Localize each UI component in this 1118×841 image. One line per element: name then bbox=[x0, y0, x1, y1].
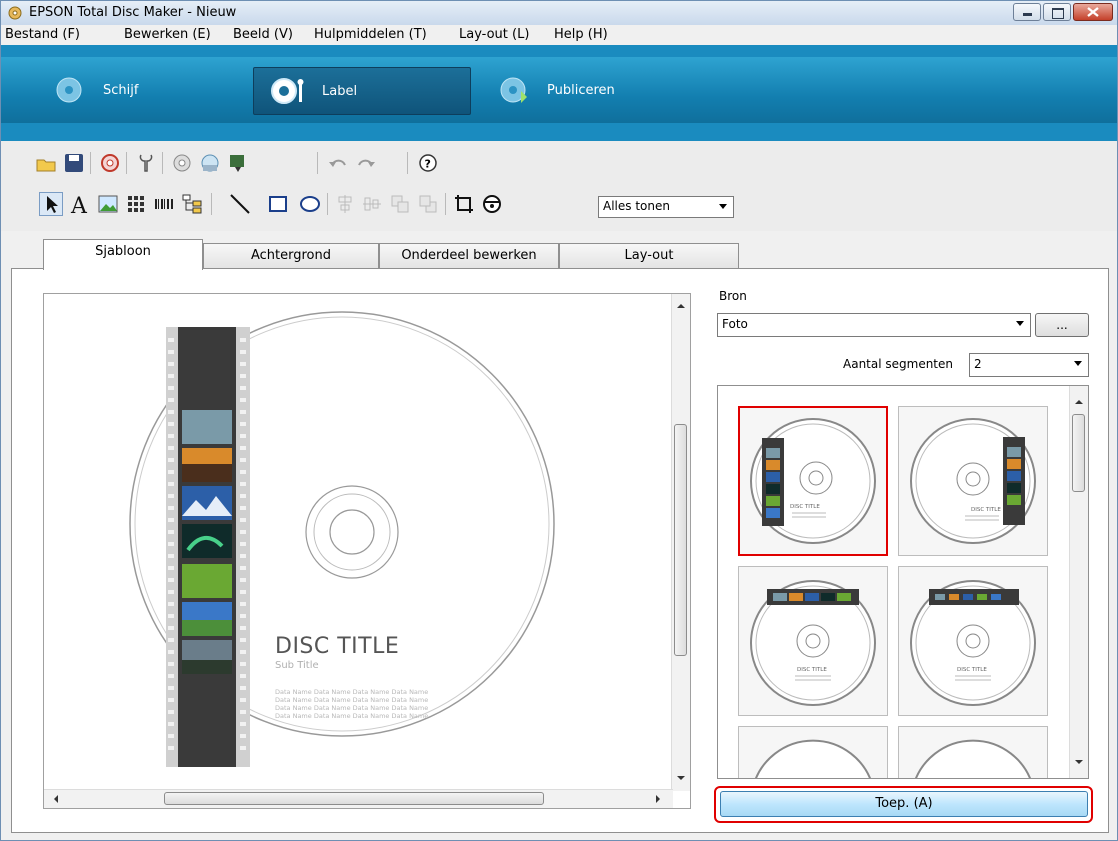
pointer-icon bbox=[47, 196, 58, 213]
redo-icon[interactable] bbox=[355, 152, 377, 174]
chevron-down-icon bbox=[719, 204, 727, 209]
menu-beeld[interactable]: Beeld (V) bbox=[233, 27, 293, 42]
menu-bestand[interactable]: Bestand (F) bbox=[5, 27, 80, 42]
open-folder-icon[interactable] bbox=[35, 152, 57, 174]
canvas-horizontal-scrollbar[interactable] bbox=[44, 789, 673, 808]
main-toolbar: ? bbox=[1, 141, 1117, 181]
align-center-icon[interactable] bbox=[334, 193, 356, 215]
scroll-right-icon[interactable] bbox=[650, 790, 666, 808]
label-mode-icon bbox=[271, 78, 304, 104]
segments-select[interactable]: 2 bbox=[969, 353, 1089, 377]
tab-achtergrond[interactable]: Achtergrond bbox=[203, 243, 379, 269]
window-title: EPSON Total Disc Maker - Nieuw bbox=[29, 5, 237, 20]
crop-icon[interactable] bbox=[453, 193, 475, 215]
menu-bewerken[interactable]: Bewerken (E) bbox=[124, 27, 211, 42]
app-window: EPSON Total Disc Maker - Nieuw Bestand (… bbox=[0, 0, 1118, 841]
template-thumb[interactable] bbox=[738, 726, 888, 778]
menu-hulpmiddelen[interactable]: Hulpmiddelen (T) bbox=[314, 27, 427, 42]
send-back-icon[interactable] bbox=[417, 193, 439, 215]
scroll-down-icon[interactable] bbox=[1070, 754, 1088, 770]
disc-subtitle: Sub Title bbox=[275, 660, 319, 671]
scroll-down-icon[interactable] bbox=[672, 770, 690, 786]
template-thumb[interactable]: DISC TITLE bbox=[738, 406, 888, 556]
disc-data-lines: Data Name Data Name Data Name Data Name … bbox=[275, 688, 429, 720]
tree-tool-icon[interactable] bbox=[181, 193, 203, 215]
svg-text:?: ? bbox=[425, 158, 431, 171]
bring-front-icon[interactable] bbox=[389, 193, 411, 215]
apply-button[interactable]: Toep. (A) bbox=[720, 791, 1088, 817]
gallery-scroll-thumb[interactable] bbox=[1072, 414, 1085, 492]
tab-sjabloon[interactable]: Sjabloon bbox=[43, 239, 203, 270]
title-bar: EPSON Total Disc Maker - Nieuw bbox=[1, 1, 1117, 25]
segments-label: Aantal segmenten bbox=[843, 357, 953, 371]
align-middle-icon[interactable] bbox=[361, 193, 383, 215]
chevron-down-icon bbox=[1074, 361, 1082, 366]
select-tool[interactable] bbox=[39, 192, 63, 216]
disc-settings-icon[interactable] bbox=[171, 152, 193, 174]
browse-button[interactable]: ... bbox=[1035, 313, 1089, 337]
gallery-scrollbar[interactable] bbox=[1069, 386, 1088, 778]
image-tool-icon[interactable] bbox=[97, 193, 119, 215]
source-select[interactable]: Foto bbox=[717, 313, 1031, 337]
import-icon[interactable] bbox=[199, 152, 221, 174]
rectangle-tool-icon[interactable] bbox=[267, 193, 289, 215]
mode-ribbon: Schijf Label Publiceren bbox=[1, 45, 1117, 141]
scroll-left-icon[interactable] bbox=[48, 790, 64, 808]
drawing-toolbar: A Alles tonen bbox=[1, 181, 1117, 231]
export-icon[interactable] bbox=[227, 152, 249, 174]
mode-publiceren[interactable]: Publiceren bbox=[495, 67, 615, 113]
tab-onderdeel-bewerken[interactable]: Onderdeel bewerken bbox=[379, 243, 559, 269]
menu-help[interactable]: Help (H) bbox=[554, 27, 608, 42]
source-label: Bron bbox=[719, 289, 747, 303]
maximize-button[interactable] bbox=[1043, 3, 1071, 21]
minimize-button[interactable] bbox=[1013, 3, 1041, 21]
disc-title: DISC TITLE bbox=[275, 634, 400, 659]
text-tool-icon[interactable]: A bbox=[69, 193, 91, 215]
canvas-horizontal-thumb[interactable] bbox=[164, 792, 544, 805]
svg-text:A: A bbox=[70, 194, 88, 215]
undo-icon[interactable] bbox=[327, 152, 349, 174]
publish-mode-icon bbox=[500, 77, 527, 103]
line-tool-icon[interactable] bbox=[229, 193, 251, 215]
template-thumb[interactable] bbox=[898, 726, 1048, 778]
template-thumb[interactable]: DISC TITLE bbox=[898, 566, 1048, 716]
tools-icon[interactable] bbox=[135, 152, 157, 174]
help-icon[interactable]: ? bbox=[417, 152, 439, 174]
display-filter-select[interactable]: Alles tonen bbox=[598, 196, 734, 218]
template-gallery: DISC TITLE DISC TITLE DISC TITLE DISC TI… bbox=[717, 385, 1089, 779]
scroll-up-icon[interactable] bbox=[1070, 394, 1088, 410]
menu-bar: Bestand (F) Bewerken (E) Beeld (V) Hulpm… bbox=[1, 25, 1117, 45]
barcode-tool-icon[interactable] bbox=[153, 193, 175, 215]
canvas-vertical-thumb[interactable] bbox=[674, 424, 687, 656]
grid-tool-icon[interactable] bbox=[125, 193, 147, 215]
close-button[interactable] bbox=[1073, 3, 1113, 21]
canvas-vertical-scrollbar[interactable] bbox=[671, 294, 690, 791]
chevron-down-icon bbox=[1016, 321, 1024, 326]
tab-layout[interactable]: Lay-out bbox=[559, 243, 739, 269]
disc-mode-icon bbox=[56, 77, 82, 103]
menu-layout[interactable]: Lay-out (L) bbox=[459, 27, 529, 42]
scroll-up-icon[interactable] bbox=[672, 298, 690, 314]
template-thumb[interactable]: DISC TITLE bbox=[898, 406, 1048, 556]
tab-strip: Sjabloon Achtergrond Onderdeel bewerken … bbox=[1, 239, 1117, 270]
template-thumb[interactable]: DISC TITLE bbox=[738, 566, 888, 716]
disc-view-icon[interactable] bbox=[481, 193, 503, 215]
app-logo-icon bbox=[8, 6, 22, 20]
save-icon[interactable] bbox=[63, 152, 85, 174]
label-canvas[interactable]: DISC TITLE Sub Title Data Name Data Name… bbox=[43, 293, 691, 809]
print-disc-icon[interactable] bbox=[99, 152, 121, 174]
ellipse-tool-icon[interactable] bbox=[299, 193, 321, 215]
close-icon bbox=[1087, 7, 1099, 17]
mode-label[interactable]: Label bbox=[253, 67, 471, 115]
mode-schijf[interactable]: Schijf bbox=[51, 67, 138, 113]
